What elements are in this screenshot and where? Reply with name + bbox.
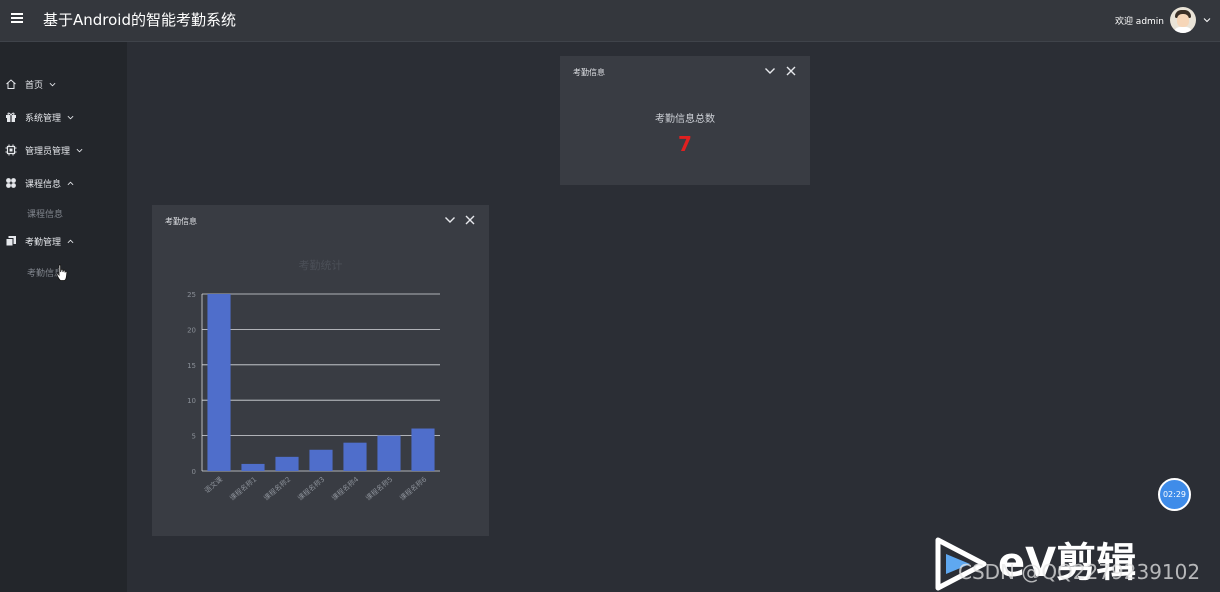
gift-icon — [6, 112, 16, 122]
avatar[interactable] — [1170, 7, 1196, 33]
sidebar-item-label: 管理员管理 — [25, 146, 71, 157]
x-tick-label: 课程名称3 — [296, 475, 327, 503]
sidebar-subitem-course-info[interactable]: 课程信息 — [27, 207, 63, 220]
stat-panel: 考勤信息 考勤信息总数 7 — [560, 56, 810, 185]
y-tick-label: 25 — [187, 291, 196, 299]
panel-title: 考勤信息 — [573, 68, 605, 77]
user-menu[interactable]: 欢迎 admin — [1115, 5, 1212, 35]
stat-value: 7 — [678, 132, 692, 156]
timer-badge[interactable]: 02:29 — [1158, 478, 1191, 511]
x-tick-label: 课程名称6 — [398, 474, 429, 502]
home-icon — [6, 79, 16, 89]
sidebar-item-label: 课程信息 — [25, 179, 62, 190]
sidebar-item-admin[interactable]: 管理员管理 — [0, 140, 127, 160]
bar[interactable] — [241, 463, 265, 471]
sidebar-item-label: 首页 — [25, 80, 44, 91]
bar[interactable] — [411, 428, 435, 471]
sidebar-item-attendance[interactable]: 考勤管理 — [0, 231, 127, 251]
y-tick-label: 5 — [192, 433, 196, 441]
y-tick-label: 20 — [187, 326, 196, 334]
copy-icon — [5, 236, 16, 247]
y-tick-label: 10 — [187, 397, 196, 405]
bar[interactable] — [275, 456, 299, 471]
chevron-down-icon — [76, 148, 83, 152]
welcome-text: 欢迎 admin — [1114, 16, 1164, 27]
close-icon[interactable] — [785, 65, 797, 77]
chevron-up-icon — [67, 239, 74, 243]
bar[interactable] — [377, 435, 401, 471]
stat-label: 考勤信息总数 — [655, 114, 715, 125]
y-tick-label: 0 — [192, 468, 196, 476]
x-tick-label: 课程名称2 — [262, 475, 293, 503]
bar[interactable] — [309, 449, 333, 471]
watermark-text: CSDN @QQ2279239102 — [958, 560, 1201, 584]
x-tick-label: 课程名称5 — [364, 475, 395, 503]
chevron-down-icon — [67, 115, 74, 119]
collapse-icon[interactable] — [764, 65, 776, 77]
grid-icon — [6, 178, 16, 188]
x-tick-label: 课程名称4 — [330, 474, 361, 502]
chevron-up-icon — [67, 181, 74, 185]
sidebar-item-label: 系统管理 — [25, 113, 62, 124]
chip-icon — [5, 144, 17, 156]
hand-cursor-icon — [56, 264, 68, 281]
x-tick-label: 语文课 — [202, 475, 224, 495]
chevron-down-icon[interactable] — [1202, 15, 1212, 25]
sidebar: 首页 系统管理 管理员管理 课程信息 课程信息 考勤管理 考勤信息 — [0, 42, 127, 592]
sidebar-item-label: 考勤管理 — [25, 237, 62, 248]
sidebar-item-course[interactable]: 课程信息 — [0, 173, 127, 193]
bar[interactable] — [207, 294, 231, 471]
top-bar: 基于Android的智能考勤系统 欢迎 admin — [0, 0, 1220, 42]
menu-toggle-icon[interactable] — [11, 13, 23, 23]
x-tick-label: 课程名称1 — [228, 475, 259, 503]
bar[interactable] — [343, 442, 367, 471]
app-title: 基于Android的智能考勤系统 — [43, 11, 236, 29]
sidebar-item-home[interactable]: 首页 — [0, 74, 127, 94]
chart-panel: 考勤信息 考勤统计 0 5 10 15 20 25 语文课 课程名称1 课程名称2 课程名称3 课程… — [152, 205, 489, 536]
y-tick-label: 15 — [187, 362, 196, 370]
sidebar-item-system[interactable]: 系统管理 — [0, 107, 127, 127]
chevron-down-icon — [49, 82, 56, 86]
bar-chart: 0 5 10 15 20 25 语文课 课程名称1 课程名称2 课程名称3 课程名称4 课程名称5 课程… — [187, 291, 440, 503]
